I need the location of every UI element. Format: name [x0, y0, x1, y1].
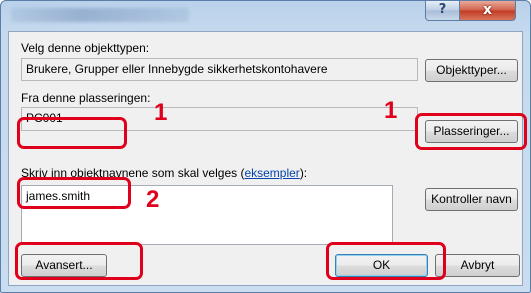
object-type-label: Velg denne objekttypen:	[21, 41, 150, 55]
names-label-suffix: ):	[299, 166, 308, 180]
advanced-button-highlight	[15, 242, 143, 280]
location-label: Fra denne plasseringen:	[21, 91, 151, 105]
examples-link[interactable]: eksempler	[244, 166, 299, 180]
title-bar[interactable]: ? x	[1, 1, 530, 31]
ok-button-highlight	[326, 242, 446, 280]
close-icon: x	[482, 2, 493, 18]
object-types-button[interactable]: Objekttyper...	[425, 59, 518, 82]
locations-button-highlight	[415, 113, 527, 150]
help-button[interactable]: ?	[425, 1, 460, 21]
names-input-highlight	[17, 177, 131, 209]
object-type-field: Brukere, Grupper eller Innebygde sikkerh…	[21, 58, 418, 81]
window-title-blurred	[11, 8, 189, 22]
close-button[interactable]: x	[459, 1, 516, 21]
check-names-button[interactable]: Kontroller navn	[425, 188, 518, 211]
location-field-highlight	[17, 117, 127, 149]
step-1-marker-right: 1	[384, 97, 398, 124]
cancel-button[interactable]: Avbryt	[435, 254, 520, 277]
step-1-marker-left: 1	[154, 99, 168, 126]
step-2-marker: 2	[146, 186, 160, 213]
